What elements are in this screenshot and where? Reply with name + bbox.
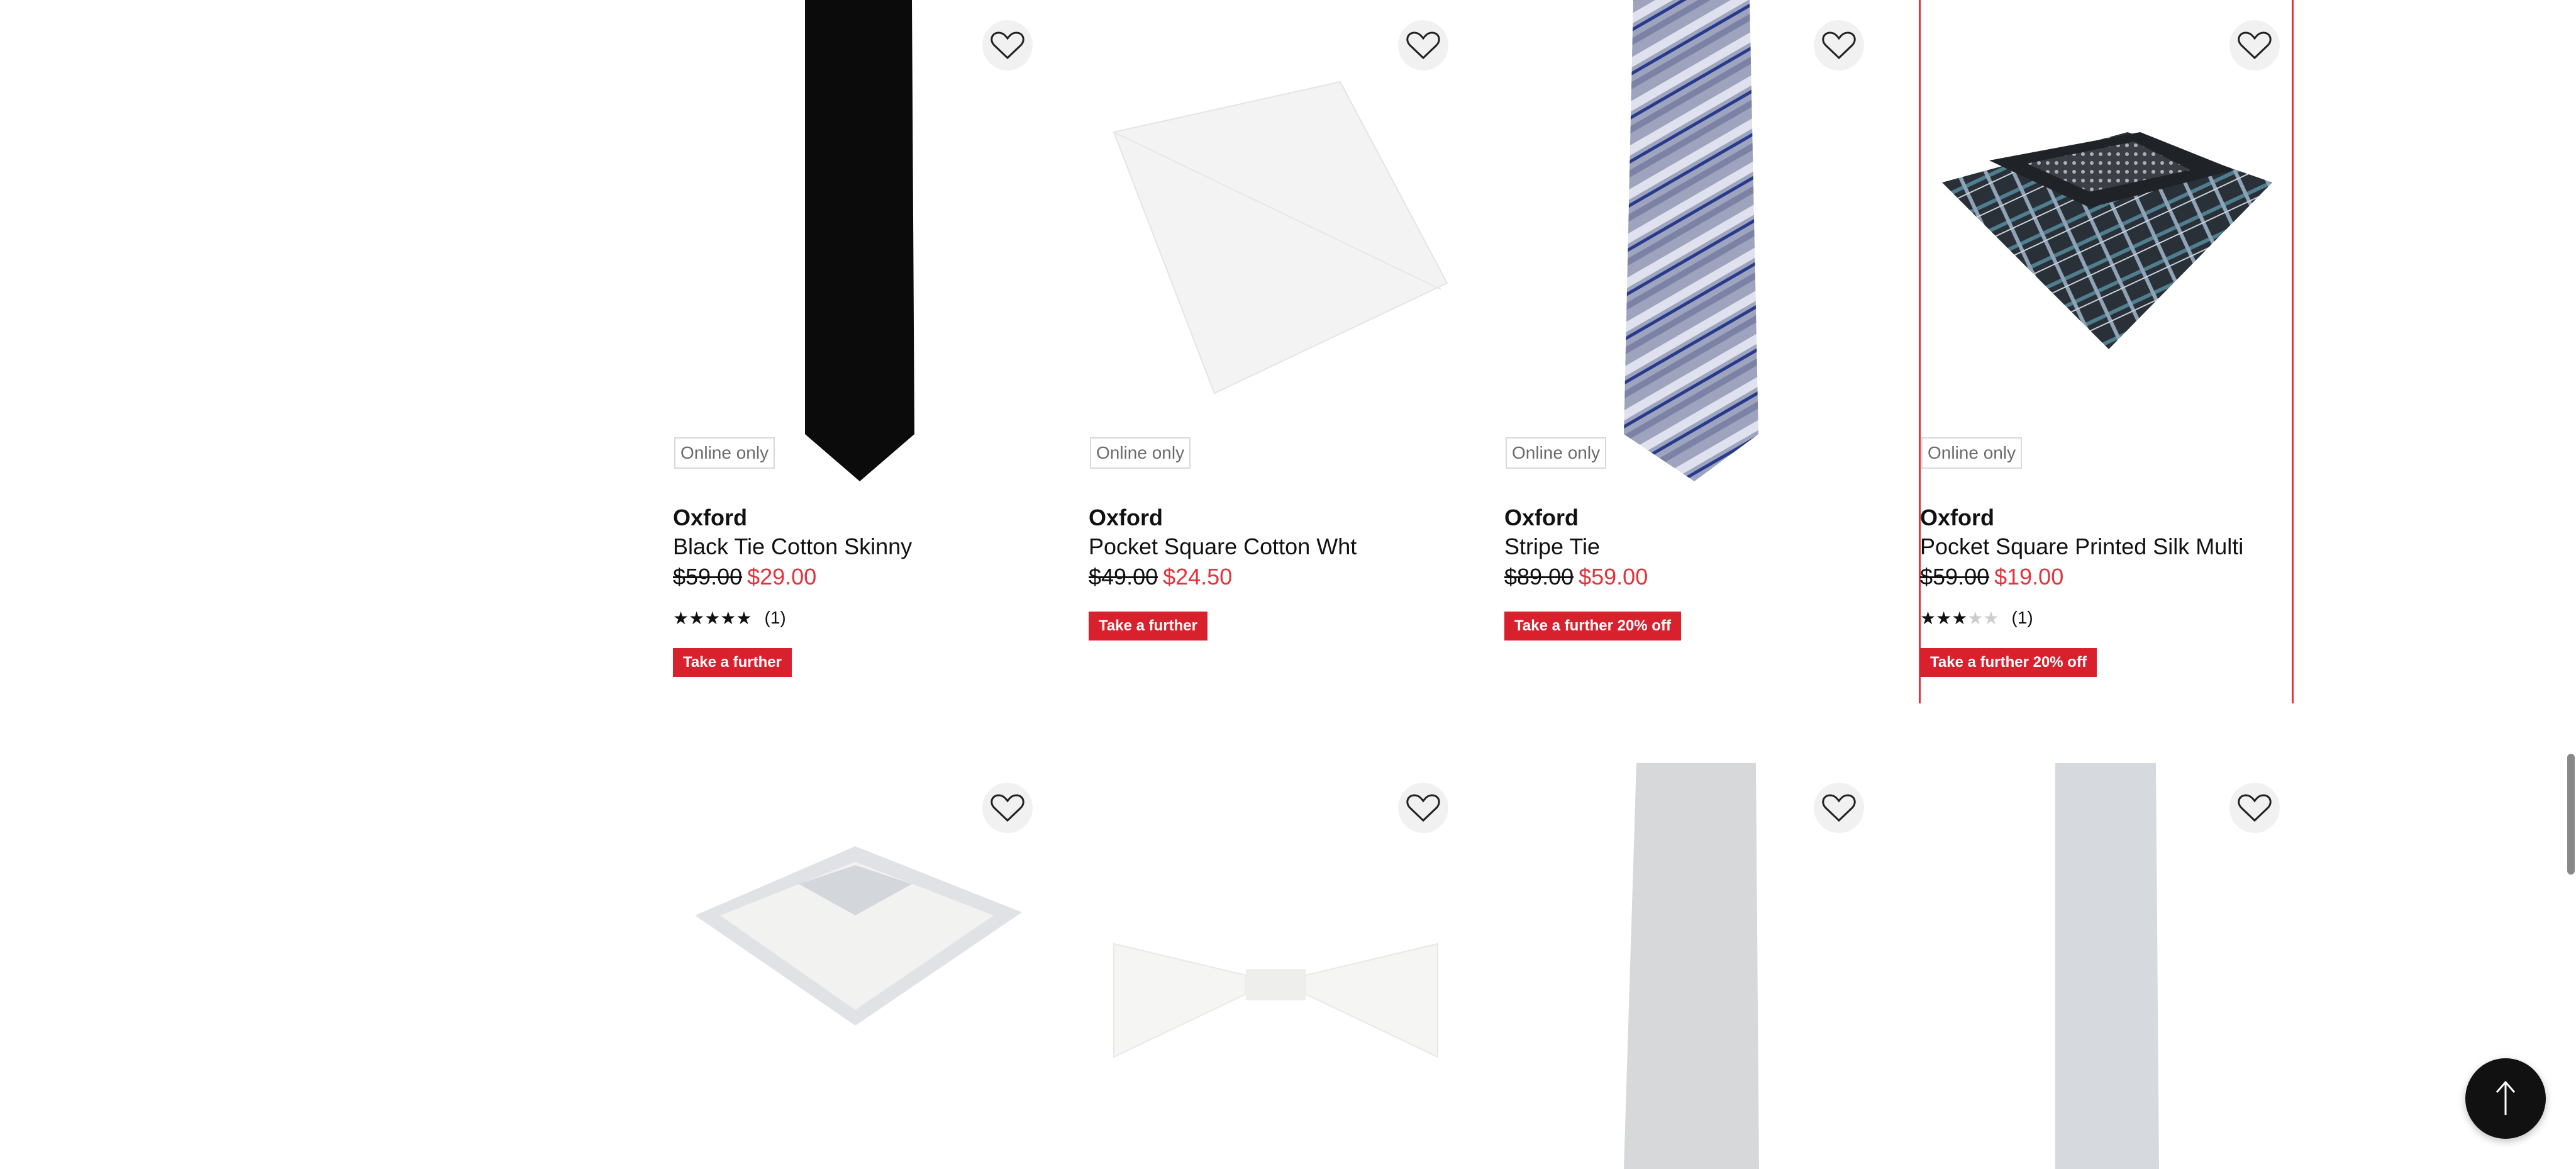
favorite-button[interactable] bbox=[1398, 20, 1448, 70]
page-scrollbar[interactable] bbox=[2563, 0, 2576, 1169]
rating-count: (1) bbox=[2011, 608, 2033, 627]
product-card[interactable]: Online only Oxford Black Tie Cotton Skin… bbox=[673, 0, 1046, 703]
star-rating-icon: ★★★★★ bbox=[1920, 608, 1999, 628]
heart-outline-icon bbox=[2238, 31, 2272, 60]
promo-badge[interactable]: Take a further 20% off bbox=[1920, 648, 2097, 677]
heart-outline-icon bbox=[2238, 794, 2272, 822]
original-price: $59.00 bbox=[673, 564, 743, 590]
product-image-black-tie[interactable] bbox=[673, 0, 1046, 484]
product-title[interactable]: Pocket Square Printed Silk Multi bbox=[1920, 532, 2294, 561]
promo-badge[interactable]: Take a further bbox=[673, 648, 792, 677]
product-grid-row-2 bbox=[673, 761, 2297, 1169]
favorite-button[interactable] bbox=[2229, 783, 2280, 833]
sale-price: $19.00 bbox=[1994, 564, 2064, 590]
product-title[interactable]: Black Tie Cotton Skinny bbox=[673, 532, 1046, 561]
product-image-pocket-square-silk[interactable] bbox=[1920, 0, 2294, 484]
product-card[interactable]: Online only Oxford Pocket Square Cotton … bbox=[1089, 0, 1462, 703]
heart-outline-icon bbox=[1822, 794, 1856, 822]
original-price: $49.00 bbox=[1089, 564, 1158, 590]
sale-price: $29.00 bbox=[747, 564, 817, 590]
product-brand: Oxford bbox=[1920, 505, 1995, 530]
online-only-badge: Online only bbox=[1090, 437, 1191, 469]
original-price: $59.00 bbox=[1920, 564, 1990, 590]
promo-badge[interactable]: Take a further 20% off bbox=[1504, 612, 1681, 640]
heart-outline-icon bbox=[1406, 794, 1440, 822]
product-card-selected[interactable]: Online only Oxford Pocket Square Printed… bbox=[1919, 0, 2294, 703]
product-brand: Oxford bbox=[673, 505, 748, 530]
product-info: Oxford Pocket Square Printed Silk Multi … bbox=[1920, 503, 2294, 677]
favorite-button[interactable] bbox=[1398, 783, 1448, 833]
product-image-pocket-square-white[interactable] bbox=[1089, 0, 1462, 484]
product-price: $89.00 $59.00 bbox=[1504, 561, 1878, 593]
favorite-button[interactable] bbox=[1814, 20, 1864, 70]
sale-price: $59.00 bbox=[1579, 564, 1648, 590]
product-rating[interactable]: ★★★★★ (1) bbox=[673, 607, 1046, 629]
product-image-stripe-tie[interactable] bbox=[1504, 0, 1878, 484]
product-brand: Oxford bbox=[1089, 505, 1163, 530]
product-card[interactable] bbox=[1504, 761, 1878, 1169]
original-price: $89.00 bbox=[1504, 564, 1574, 590]
heart-outline-icon bbox=[991, 794, 1024, 822]
product-title[interactable]: Stripe Tie bbox=[1504, 532, 1878, 561]
sale-price: $24.50 bbox=[1163, 564, 1233, 590]
online-only-badge: Online only bbox=[674, 437, 775, 469]
online-only-badge: Online only bbox=[1921, 437, 2023, 469]
product-info: Oxford Black Tie Cotton Skinny $59.00 $29… bbox=[673, 503, 1046, 677]
product-card[interactable]: Online only Oxford Stripe Tie $89.00 $59.… bbox=[1504, 0, 1878, 703]
product-info: Oxford Pocket Square Cotton Wht $49.00 $2… bbox=[1089, 503, 1462, 640]
product-title[interactable]: Pocket Square Cotton Wht bbox=[1089, 532, 1462, 561]
promo-badge[interactable]: Take a further bbox=[1089, 612, 1208, 640]
product-rating[interactable]: ★★★★★ (1) bbox=[1920, 607, 2294, 629]
star-rating-icon: ★★★★★ bbox=[673, 608, 752, 628]
product-card[interactable] bbox=[1089, 761, 1462, 1169]
product-card[interactable] bbox=[673, 761, 1046, 1169]
favorite-button[interactable] bbox=[1814, 783, 1864, 833]
product-brand: Oxford bbox=[1504, 505, 1579, 530]
favorite-button[interactable] bbox=[982, 783, 1033, 833]
heart-outline-icon bbox=[991, 31, 1024, 60]
arrow-up-icon bbox=[2496, 1080, 2516, 1115]
back-to-top-button[interactable] bbox=[2465, 1058, 2546, 1139]
scrollbar-thumb[interactable] bbox=[2567, 754, 2575, 875]
online-only-badge: Online only bbox=[1506, 437, 1607, 469]
favorite-button[interactable] bbox=[982, 20, 1033, 70]
product-price: $59.00 $19.00 bbox=[1920, 561, 2294, 593]
product-price: $59.00 $29.00 bbox=[673, 561, 1046, 593]
favorite-button[interactable] bbox=[2229, 20, 2280, 70]
rating-count: (1) bbox=[764, 608, 786, 627]
product-grid-row-1: Online only Oxford Black Tie Cotton Skin… bbox=[673, 0, 2297, 703]
product-card[interactable] bbox=[1920, 761, 2294, 1169]
product-price: $49.00 $24.50 bbox=[1089, 561, 1462, 593]
heart-outline-icon bbox=[1822, 31, 1856, 60]
heart-outline-icon bbox=[1406, 31, 1440, 60]
product-info: Oxford Stripe Tie $89.00 $59.00 Take a fu… bbox=[1504, 503, 1878, 640]
